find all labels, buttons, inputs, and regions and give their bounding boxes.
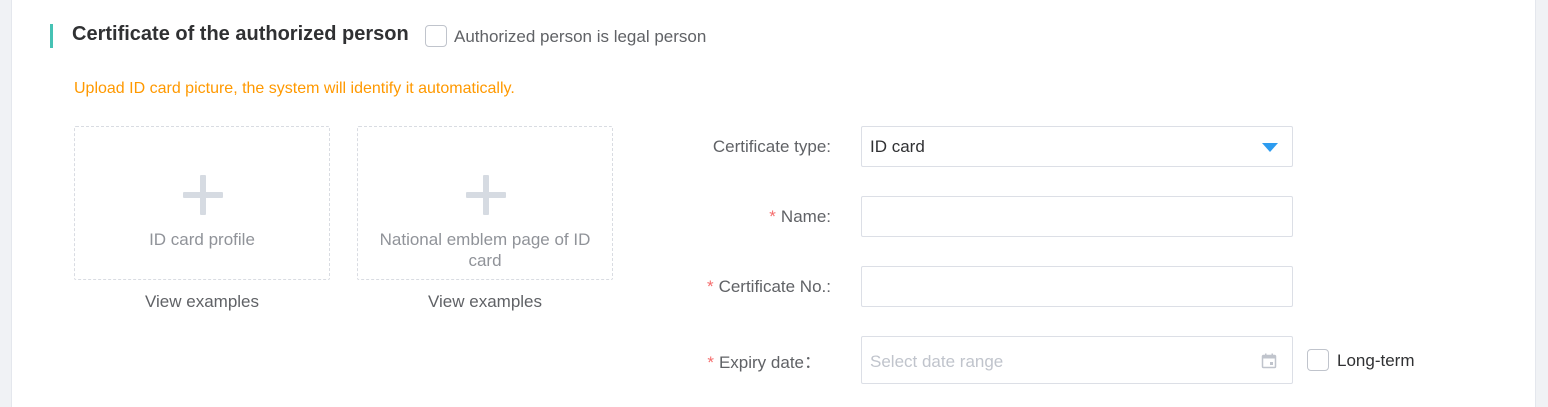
expiry-date-placeholder: Select date range <box>870 352 1004 371</box>
section-accent-bar <box>50 24 53 48</box>
legal-person-checkbox-label[interactable]: Authorized person is legal person <box>454 27 706 47</box>
certificate-type-value: ID card <box>870 137 925 156</box>
label-text: Name: <box>780 207 831 226</box>
name-input[interactable] <box>861 196 1293 237</box>
required-mark: * <box>769 207 776 226</box>
required-mark: * <box>706 277 714 296</box>
certificate-type-select[interactable]: ID card <box>861 126 1293 167</box>
dropdown-caret-icon <box>1262 143 1278 152</box>
required-mark: * <box>707 353 714 372</box>
upload-label: ID card profile <box>149 230 255 249</box>
label-text: Certificate type: <box>712 137 831 156</box>
long-term-label[interactable]: Long-term <box>1337 351 1414 371</box>
expiry-date-label: * Expiry date： <box>707 348 821 373</box>
view-examples-link[interactable]: View examples <box>74 292 330 312</box>
legal-person-checkbox[interactable] <box>425 25 447 47</box>
label-text: Expiry date： <box>718 353 821 372</box>
label-text: Certificate No.: <box>718 277 831 296</box>
upload-label: National emblem page of ID card <box>379 230 591 270</box>
long-term-checkbox[interactable] <box>1307 349 1329 371</box>
upload-hint: Upload ID card picture, the system will … <box>74 80 515 97</box>
form-panel: Certificate of the authorized person Aut… <box>11 0 1536 407</box>
name-label: * Name: <box>769 207 831 227</box>
certificate-type-label: Certificate type: <box>713 137 831 157</box>
plus-icon <box>466 175 506 215</box>
expiry-date-range-picker[interactable]: Select date range <box>861 336 1293 384</box>
certificate-no-input[interactable] <box>861 266 1293 307</box>
plus-icon <box>183 175 223 215</box>
national-emblem-upload[interactable]: National emblem page of ID card <box>357 126 613 280</box>
section-title: Certificate of the authorized person <box>72 23 409 45</box>
certificate-no-label: * Certificate No.: <box>707 277 831 297</box>
calendar-icon <box>1261 353 1277 369</box>
id-card-profile-upload[interactable]: ID card profile <box>74 126 330 280</box>
view-examples-link[interactable]: View examples <box>357 292 613 312</box>
